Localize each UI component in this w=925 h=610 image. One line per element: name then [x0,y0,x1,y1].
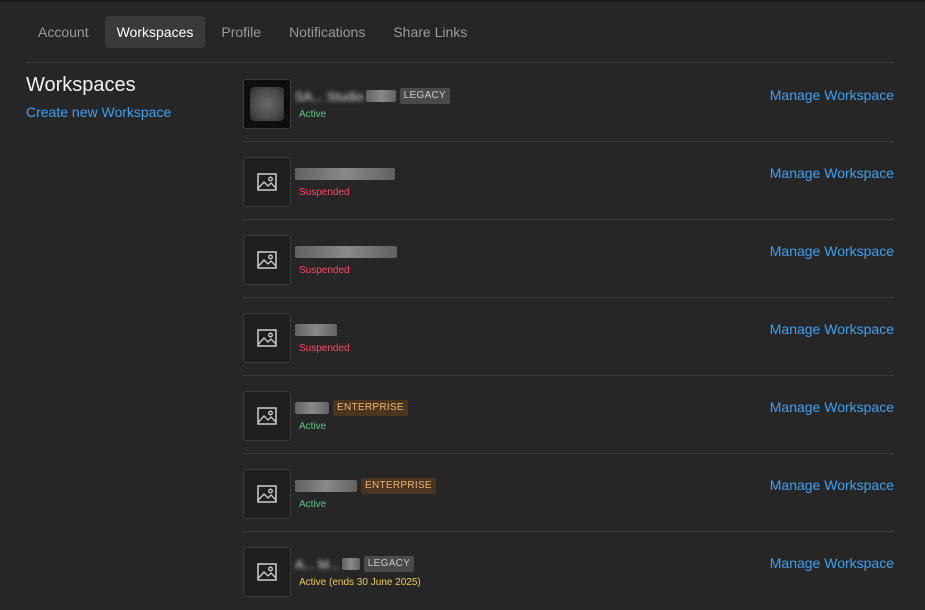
workspace-thumbnail [243,391,291,441]
workspace-row: A... M... LEGACY Active (ends 30 June 20… [243,532,894,609]
status-badge: Active [299,499,327,510]
workspace-row: SA... Studio LEGACY Active Manage Worksp… [243,64,894,142]
manage-workspace-link[interactable]: Manage Workspace [770,399,894,415]
image-placeholder-icon [257,563,277,581]
manage-workspace-link[interactable]: Manage Workspace [770,477,894,493]
settings-tabs: Account Workspaces Profile Notifications… [26,16,479,48]
workspace-name-line: ENTERPRISE [295,477,436,495]
manage-workspace-link[interactable]: Manage Workspace [770,555,894,571]
redacted-name [295,402,329,414]
status-badge: Active [299,109,327,120]
status-badge: Suspended [299,343,350,354]
workspace-thumbnail [243,469,291,519]
redacted-name [295,168,395,180]
redacted-name [365,90,396,102]
tabs-divider [26,62,894,63]
redacted-name [295,480,357,492]
workspace-name-line [295,243,397,261]
workspace-row: Suspended Manage Workspace [243,298,894,376]
image-placeholder-icon [257,329,277,347]
manage-workspace-link[interactable]: Manage Workspace [770,321,894,337]
workspace-name-line [295,165,395,183]
redacted-name [295,246,397,258]
status-badge: Active [299,421,327,432]
workspace-thumbnail [243,313,291,363]
workspace-name-line [295,321,337,339]
workspace-name-line: SA... Studio LEGACY [295,87,451,105]
workspace-row: ENTERPRISE Active Manage Workspace [243,376,894,454]
manage-workspace-link[interactable]: Manage Workspace [770,87,894,103]
workspace-row: Suspended Manage Workspace [243,220,894,298]
workspace-name-line: A... M... LEGACY [295,555,415,573]
status-badge: Active (ends 30 June 2025) [299,577,421,588]
workspace-thumbnail [243,547,291,597]
status-badge: Suspended [299,187,350,198]
workspace-name: A... M... [295,556,340,572]
workspace-name: SA... Studio [295,88,364,104]
enterprise-badge: ENTERPRISE [361,478,436,494]
tab-profile[interactable]: Profile [209,16,273,48]
redacted-name [341,558,360,570]
tab-account[interactable]: Account [26,16,101,48]
manage-workspace-link[interactable]: Manage Workspace [770,243,894,259]
tab-notifications[interactable]: Notifications [277,16,377,48]
workspace-thumbnail [243,235,291,285]
enterprise-badge: ENTERPRISE [333,400,408,416]
workspace-thumbnail [243,79,291,129]
workspace-row: Suspended Manage Workspace [243,142,894,220]
workspace-thumbnail [243,157,291,207]
create-workspace-link[interactable]: Create new Workspace [26,104,171,120]
image-placeholder-icon [257,173,277,191]
page-title: Workspaces [26,74,136,96]
manage-workspace-link[interactable]: Manage Workspace [770,165,894,181]
redacted-name [295,324,337,336]
legacy-badge: LEGACY [363,556,415,572]
workspace-name-line: ENTERPRISE [295,399,408,417]
legacy-badge: LEGACY [399,88,451,104]
image-placeholder-icon [257,485,277,503]
workspace-row: ENTERPRISE Active Manage Workspace [243,454,894,532]
top-border [0,0,925,2]
photo-thumbnail [250,87,284,121]
image-placeholder-icon [257,407,277,425]
image-placeholder-icon [257,251,277,269]
tab-workspaces[interactable]: Workspaces [104,16,206,48]
status-badge: Suspended [299,265,350,276]
tab-share-links[interactable]: Share Links [381,16,479,48]
workspace-list: SA... Studio LEGACY Active Manage Worksp… [243,64,894,609]
